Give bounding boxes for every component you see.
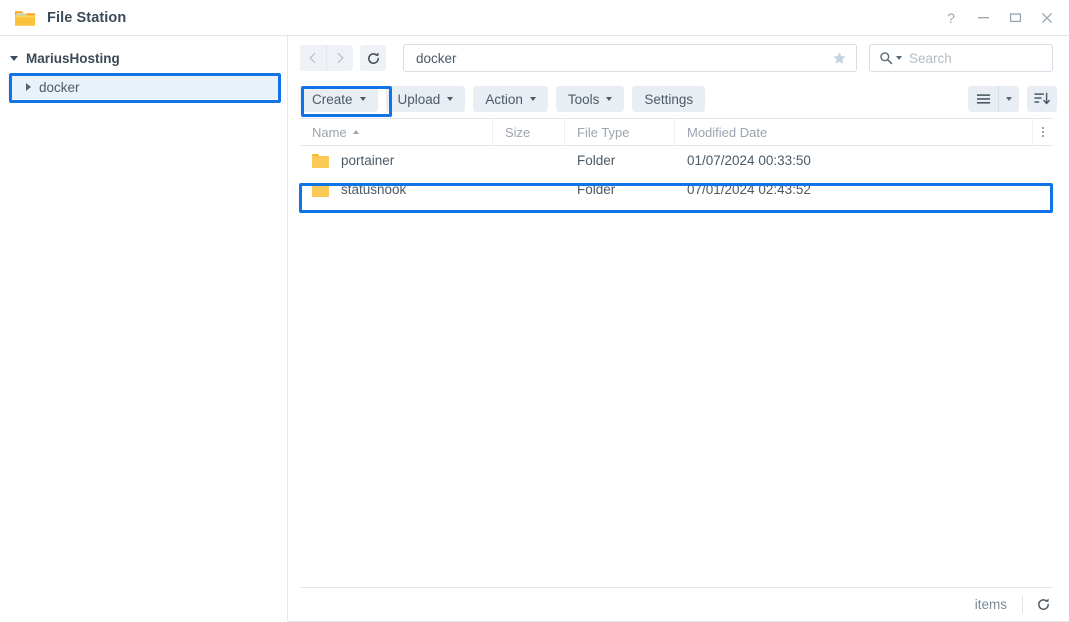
sort-ascending-icon	[352, 130, 359, 134]
path-input[interactable]: docker	[403, 44, 857, 72]
row-file-type-cell: Folder	[577, 153, 616, 168]
row-file-type-cell: Folder	[577, 182, 616, 197]
close-icon	[1041, 12, 1053, 23]
table-row[interactable]: statusnook Folder 07/01/2024 02:43:52	[300, 175, 1053, 204]
table-row[interactable]: portainer Folder 01/07/2024 00:33:50	[300, 146, 1053, 175]
minimize-icon	[977, 17, 989, 19]
sidebar-root-label: MariusHosting	[26, 50, 120, 66]
help-icon: ?	[947, 9, 955, 26]
column-header-modified-date[interactable]: Modified Date	[675, 119, 1033, 145]
status-bar: items	[300, 587, 1053, 621]
path-toolbar: docker Search	[288, 36, 1069, 80]
sort-descending-icon[interactable]	[1027, 86, 1057, 112]
star-icon[interactable]	[828, 47, 850, 69]
file-table: Name Size File Type Modified Date portai…	[300, 118, 1053, 587]
tools-button-label: Tools	[567, 91, 600, 107]
column-header-modified-date-label: Modified Date	[687, 124, 768, 140]
folder-icon	[312, 153, 329, 168]
chevron-down-icon	[1006, 97, 1012, 101]
list-view-icon[interactable]	[968, 86, 999, 112]
sidebar-item-docker-wrap: docker	[8, 75, 279, 99]
chevron-down-icon[interactable]	[10, 55, 18, 61]
row-name-label: statusnook	[341, 182, 407, 197]
file-station-window: File Station ? MariusHosting docker dock…	[0, 0, 1069, 622]
chevron-right-icon[interactable]	[26, 83, 31, 91]
help-button[interactable]: ?	[935, 3, 967, 33]
folder-icon	[312, 182, 329, 197]
close-button[interactable]	[1031, 3, 1063, 33]
sidebar-item-label: docker	[39, 79, 80, 95]
chevron-down-icon	[447, 97, 454, 101]
navigation-buttons	[300, 45, 395, 71]
settings-button[interactable]: Settings	[632, 86, 706, 112]
row-name-cell: portainer	[300, 153, 493, 168]
view-mode-group	[968, 86, 1019, 112]
row-modified-date-cell: 01/07/2024 00:33:50	[687, 153, 811, 168]
action-button[interactable]: Action	[473, 86, 548, 112]
upload-button-label: Upload	[397, 91, 441, 107]
search-placeholder: Search	[909, 50, 952, 66]
create-button-label: Create	[312, 91, 353, 107]
tools-button[interactable]: Tools	[555, 86, 625, 112]
folder-icon	[14, 8, 36, 28]
search-icon[interactable]	[879, 51, 902, 65]
upload-button[interactable]: Upload	[385, 86, 466, 112]
chevron-down-icon[interactable]	[896, 56, 902, 60]
chevron-down-icon	[529, 97, 536, 101]
row-name-cell: statusnook	[300, 182, 493, 197]
window-titlebar: File Station ?	[0, 0, 1069, 36]
maximize-button[interactable]	[999, 3, 1031, 33]
column-header-size[interactable]: Size	[493, 119, 565, 145]
forward-button[interactable]	[327, 45, 353, 71]
chevron-right-icon	[337, 52, 344, 64]
chevron-down-icon	[359, 97, 366, 101]
action-toolbar: Create Upload Action Tools Settings	[288, 80, 1069, 118]
create-button[interactable]: Create	[300, 86, 378, 112]
window-body: MariusHosting docker docker Search Creat…	[0, 36, 1069, 621]
table-body: portainer Folder 01/07/2024 00:33:50 sta…	[300, 146, 1053, 587]
maximize-icon	[1009, 13, 1021, 23]
row-modified-date-cell: 07/01/2024 02:43:52	[687, 182, 811, 197]
view-mode-dropdown[interactable]	[999, 86, 1019, 112]
column-options-button[interactable]	[1033, 119, 1053, 145]
column-header-file-type-label: File Type	[577, 124, 630, 140]
column-header-name-label: Name	[312, 124, 347, 140]
refresh-icon	[1038, 598, 1049, 610]
minimize-button[interactable]	[967, 3, 999, 33]
column-header-size-label: Size	[505, 124, 531, 140]
column-header-name[interactable]: Name	[300, 119, 493, 145]
status-refresh-button[interactable]	[1036, 597, 1051, 612]
column-header-file-type[interactable]: File Type	[565, 119, 675, 145]
refresh-button[interactable]	[360, 45, 386, 71]
path-value: docker	[416, 50, 457, 66]
sidebar-item-docker[interactable]: docker	[8, 75, 279, 99]
item-count-label: items	[974, 597, 1007, 612]
kebab-menu-icon	[1042, 127, 1044, 137]
status-separator	[1022, 596, 1023, 613]
chevron-down-icon	[606, 97, 613, 101]
sidebar: MariusHosting docker	[0, 36, 288, 621]
table-header: Name Size File Type Modified Date	[300, 119, 1053, 146]
search-input[interactable]: Search	[869, 44, 1053, 72]
page-title: File Station	[47, 9, 127, 26]
action-button-label: Action	[485, 91, 523, 107]
main-pane: docker Search Create Upload Action Tools…	[288, 36, 1069, 621]
chevron-left-icon	[309, 52, 316, 64]
refresh-icon	[367, 51, 379, 64]
row-name-label: portainer	[341, 153, 395, 168]
back-button[interactable]	[300, 45, 327, 71]
sidebar-root-mariushosting[interactable]: MariusHosting	[0, 47, 287, 69]
settings-button-label: Settings	[644, 91, 694, 107]
